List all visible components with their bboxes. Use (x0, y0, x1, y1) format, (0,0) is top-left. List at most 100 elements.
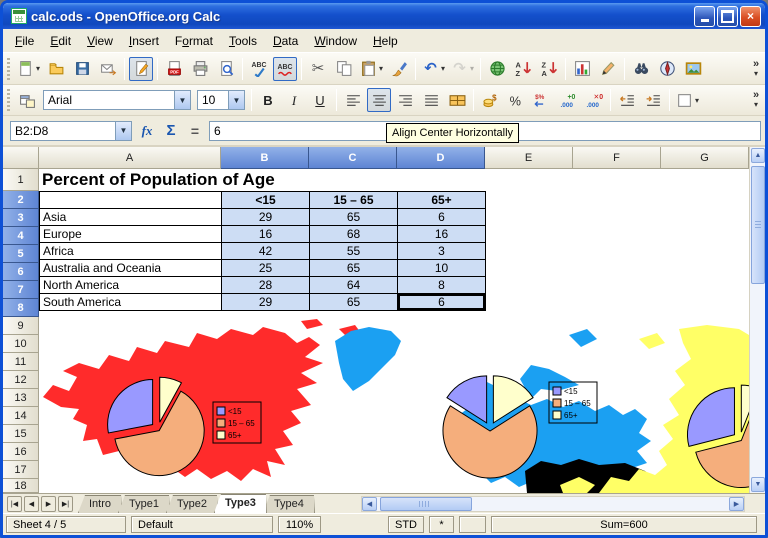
cell-region[interactable]: South America (40, 294, 222, 311)
page-preview-button[interactable] (214, 57, 238, 81)
sheet-tab-intro[interactable]: Intro (78, 495, 122, 513)
undo-button[interactable]: ↶▾ (420, 57, 447, 81)
open-folder-button[interactable] (44, 57, 68, 81)
horizontal-scroll-thumb[interactable] (380, 497, 472, 511)
percent-button[interactable]: % (504, 88, 528, 112)
menu-window[interactable]: Window (306, 31, 365, 51)
gallery-button[interactable] (681, 57, 705, 81)
horizontal-scrollbar[interactable]: ◀ ▶ (361, 496, 745, 512)
cell-value[interactable]: 42 (222, 243, 310, 260)
scroll-left-button[interactable]: ◀ (362, 497, 377, 511)
sheet-canvas[interactable]: Percent of Population of Age <1515 – 656… (39, 169, 765, 493)
menu-file[interactable]: File (7, 31, 42, 51)
save-button[interactable] (70, 57, 94, 81)
row-header-11[interactable]: 11 (3, 353, 39, 371)
chevron-down-icon[interactable]: ▾ (470, 64, 474, 73)
row-header-4[interactable]: 4 (3, 227, 39, 245)
redo-button[interactable]: ↷▾ (449, 57, 476, 81)
header-cell[interactable]: <15 (222, 192, 310, 209)
print-button[interactable] (188, 57, 212, 81)
cell-value[interactable]: 3 (398, 243, 486, 260)
borders-button[interactable]: ▾ (674, 88, 701, 112)
row-header-17[interactable]: 17 (3, 461, 39, 479)
copy-button[interactable] (332, 57, 356, 81)
font-name-combo[interactable]: Arial ▼ (43, 90, 191, 110)
align-right-button[interactable] (393, 88, 417, 112)
cell-region[interactable]: Australia and Oceania (40, 260, 222, 277)
row-header-13[interactable]: 13 (3, 389, 39, 407)
chevron-down-icon[interactable]: ▾ (441, 64, 445, 73)
previous-sheet-button[interactable]: ◀ (24, 496, 39, 512)
last-sheet-button[interactable]: ▶| (58, 496, 73, 512)
minimize-button[interactable] (694, 6, 715, 27)
cell-region[interactable]: Europe (40, 226, 222, 243)
maximize-button[interactable] (717, 6, 738, 27)
navigator-button[interactable] (655, 57, 679, 81)
cell-value[interactable]: 10 (398, 260, 486, 277)
world-map-drawing[interactable]: <1515 – 6565+<1515 – 6565+ (39, 319, 749, 493)
cell-value[interactable]: 65 (310, 260, 398, 277)
column-header-C[interactable]: C (309, 147, 397, 169)
function-wizard-button[interactable]: fx (135, 120, 159, 142)
row-header-6[interactable]: 6 (3, 263, 39, 281)
cell-value[interactable]: 16 (222, 226, 310, 243)
vertical-scroll-thumb[interactable] (751, 166, 765, 284)
menu-view[interactable]: View (79, 31, 121, 51)
align-left-button[interactable] (341, 88, 365, 112)
cell-value[interactable]: 6 (398, 294, 486, 311)
header-cell[interactable]: 15 – 65 (310, 192, 398, 209)
select-all-corner[interactable] (3, 147, 39, 169)
decrease-indent-button[interactable] (615, 88, 639, 112)
row-header-18[interactable]: 18 (3, 479, 39, 493)
auto-spellcheck-button[interactable]: ABC (273, 57, 297, 81)
row-header-3[interactable]: 3 (3, 209, 39, 227)
column-header-F[interactable]: F (573, 147, 661, 169)
scroll-right-button[interactable]: ▶ (729, 497, 744, 511)
hyperlink-button[interactable] (485, 57, 509, 81)
italic-button[interactable]: I (282, 88, 306, 112)
status-zoom[interactable]: 110% (278, 516, 321, 533)
column-header-B[interactable]: B (221, 147, 309, 169)
row-header-14[interactable]: 14 (3, 407, 39, 425)
add-decimal-button[interactable]: +0.000 (556, 88, 580, 112)
sheet-tab-type4[interactable]: Type4 (263, 495, 315, 513)
sheet-tab-type2[interactable]: Type2 (166, 495, 218, 513)
chevron-down-icon[interactable]: ▼ (115, 122, 131, 140)
menu-format[interactable]: Format (167, 31, 221, 51)
sum-button[interactable]: Σ (159, 120, 183, 142)
cell-value[interactable]: 68 (310, 226, 398, 243)
align-justify-button[interactable] (419, 88, 443, 112)
bold-button[interactable]: B (256, 88, 280, 112)
scroll-down-button[interactable]: ▼ (751, 477, 765, 492)
column-header-E[interactable]: E (485, 147, 573, 169)
cell-region[interactable]: North America (40, 277, 222, 294)
font-size-combo[interactable]: 10 ▼ (197, 90, 245, 110)
styles-window-button[interactable] (15, 88, 39, 112)
delete-decimal-button[interactable]: ✕0.000 (582, 88, 606, 112)
chevron-down-icon[interactable]: ▾ (695, 96, 699, 105)
chevron-down-icon[interactable]: ▼ (228, 91, 244, 109)
spellcheck-button[interactable]: ABC (247, 57, 271, 81)
menu-data[interactable]: Data (265, 31, 306, 51)
close-button[interactable]: × (740, 6, 761, 27)
cell-value[interactable]: 25 (222, 260, 310, 277)
column-header-G[interactable]: G (661, 147, 749, 169)
first-sheet-button[interactable]: |◀ (7, 496, 22, 512)
status-page-style[interactable]: Default (131, 516, 273, 533)
row-header-9[interactable]: 9 (3, 317, 39, 335)
row-header-10[interactable]: 10 (3, 335, 39, 353)
row-header-8[interactable]: 8 (3, 299, 39, 317)
name-box[interactable]: B2:D8 ▼ (10, 121, 132, 141)
cut-button[interactable]: ✂ (306, 57, 330, 81)
cell-region[interactable]: Africa (40, 243, 222, 260)
chevron-down-icon[interactable]: ▾ (36, 64, 40, 73)
merge-cells-button[interactable] (445, 88, 469, 112)
row-header-12[interactable]: 12 (3, 371, 39, 389)
currency-button[interactable]: $ (478, 88, 502, 112)
next-sheet-button[interactable]: ▶ (41, 496, 56, 512)
sheet-tab-type3[interactable]: Type3 (214, 494, 267, 513)
menu-edit[interactable]: Edit (42, 31, 79, 51)
cell-A2[interactable] (40, 192, 222, 209)
edit-file-button[interactable] (129, 57, 153, 81)
export-pdf-button[interactable]: PDF (162, 57, 186, 81)
